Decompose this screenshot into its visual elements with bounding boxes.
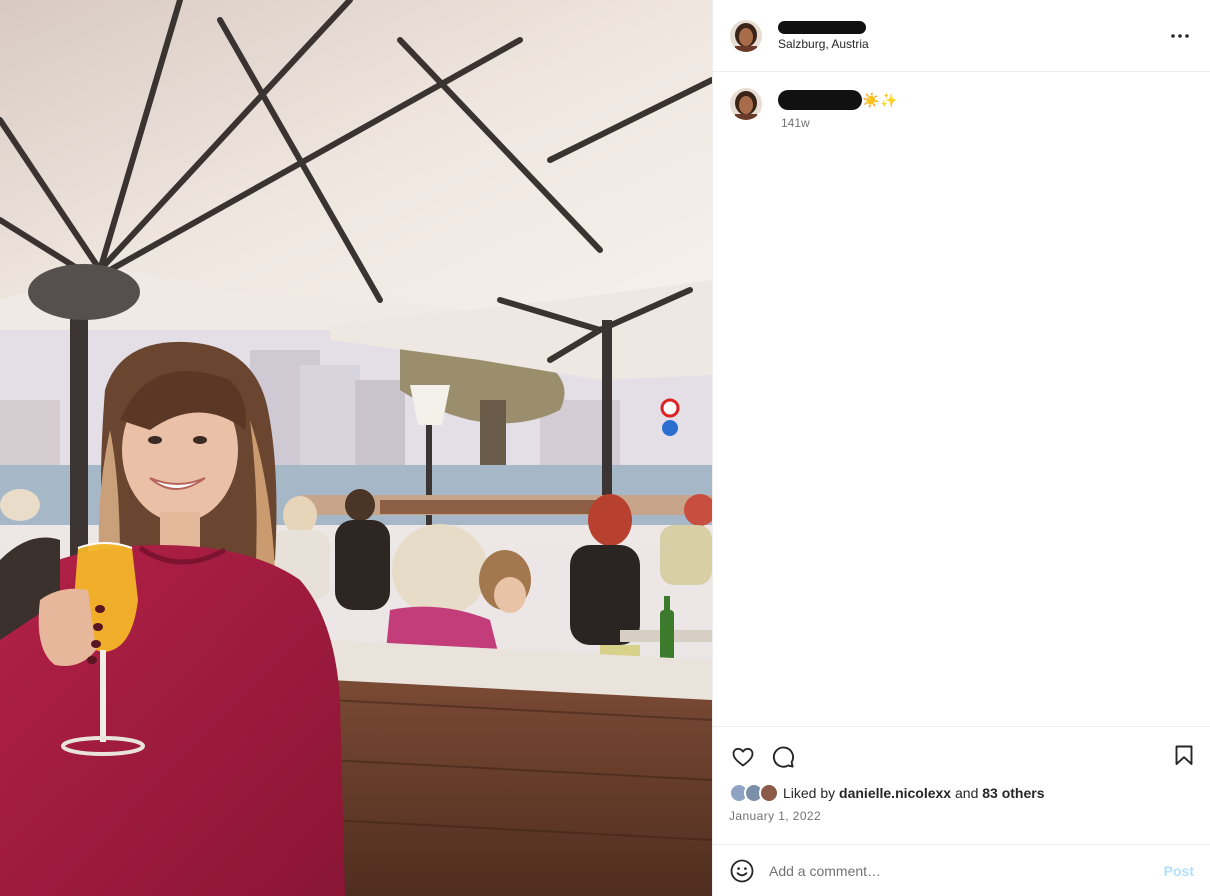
post-header: Salzburg, Austria: [713, 0, 1210, 72]
caption-author-avatar[interactable]: [730, 88, 762, 120]
smiley-icon[interactable]: [729, 858, 755, 884]
liker-avatars[interactable]: [729, 783, 781, 803]
post-dialog: Salzburg, Austria ☀️✨ 141w Liked by dani…: [0, 0, 1210, 896]
post-location[interactable]: Salzburg, Austria: [778, 37, 869, 51]
likes-prefix: Liked by: [783, 785, 840, 801]
post-photo[interactable]: [0, 0, 712, 896]
author-avatar-image: [730, 19, 762, 52]
heart-icon[interactable]: [729, 743, 757, 771]
post-date[interactable]: January 1, 2022: [713, 809, 1210, 823]
action-bar: [713, 726, 1210, 786]
liker-avatar: [759, 783, 779, 803]
bookmark-icon[interactable]: [1170, 741, 1198, 769]
more-options-icon[interactable]: [1170, 26, 1190, 46]
first-liker-link[interactable]: danielle.nicolexx: [839, 785, 951, 801]
caption-timestamp[interactable]: 141w: [781, 116, 899, 130]
speech-bubble-icon[interactable]: [769, 743, 797, 771]
redacted-username[interactable]: [778, 20, 866, 34]
post-details-panel: Salzburg, Austria ☀️✨ 141w Liked by dani…: [712, 0, 1210, 896]
likes-conjunction: and: [951, 785, 983, 801]
caption: ☀️✨ 141w: [730, 88, 1196, 130]
post-comment-button[interactable]: Post: [1164, 863, 1194, 879]
others-likes-link[interactable]: 83 others: [982, 785, 1044, 801]
comments-section: ☀️✨ 141w: [713, 72, 1210, 726]
likes-text: Liked by danielle.nicolexx and 83 others: [783, 785, 1045, 801]
caption-text: ☀️✨: [862, 91, 899, 108]
likes-summary: Liked by danielle.nicolexx and 83 others: [713, 783, 1210, 803]
author-avatar[interactable]: [730, 19, 762, 52]
comment-input[interactable]: [769, 862, 1164, 879]
photo-illustration: [0, 0, 712, 896]
add-comment-bar: Post: [713, 844, 1210, 896]
redacted-caption-username[interactable]: [778, 90, 862, 110]
